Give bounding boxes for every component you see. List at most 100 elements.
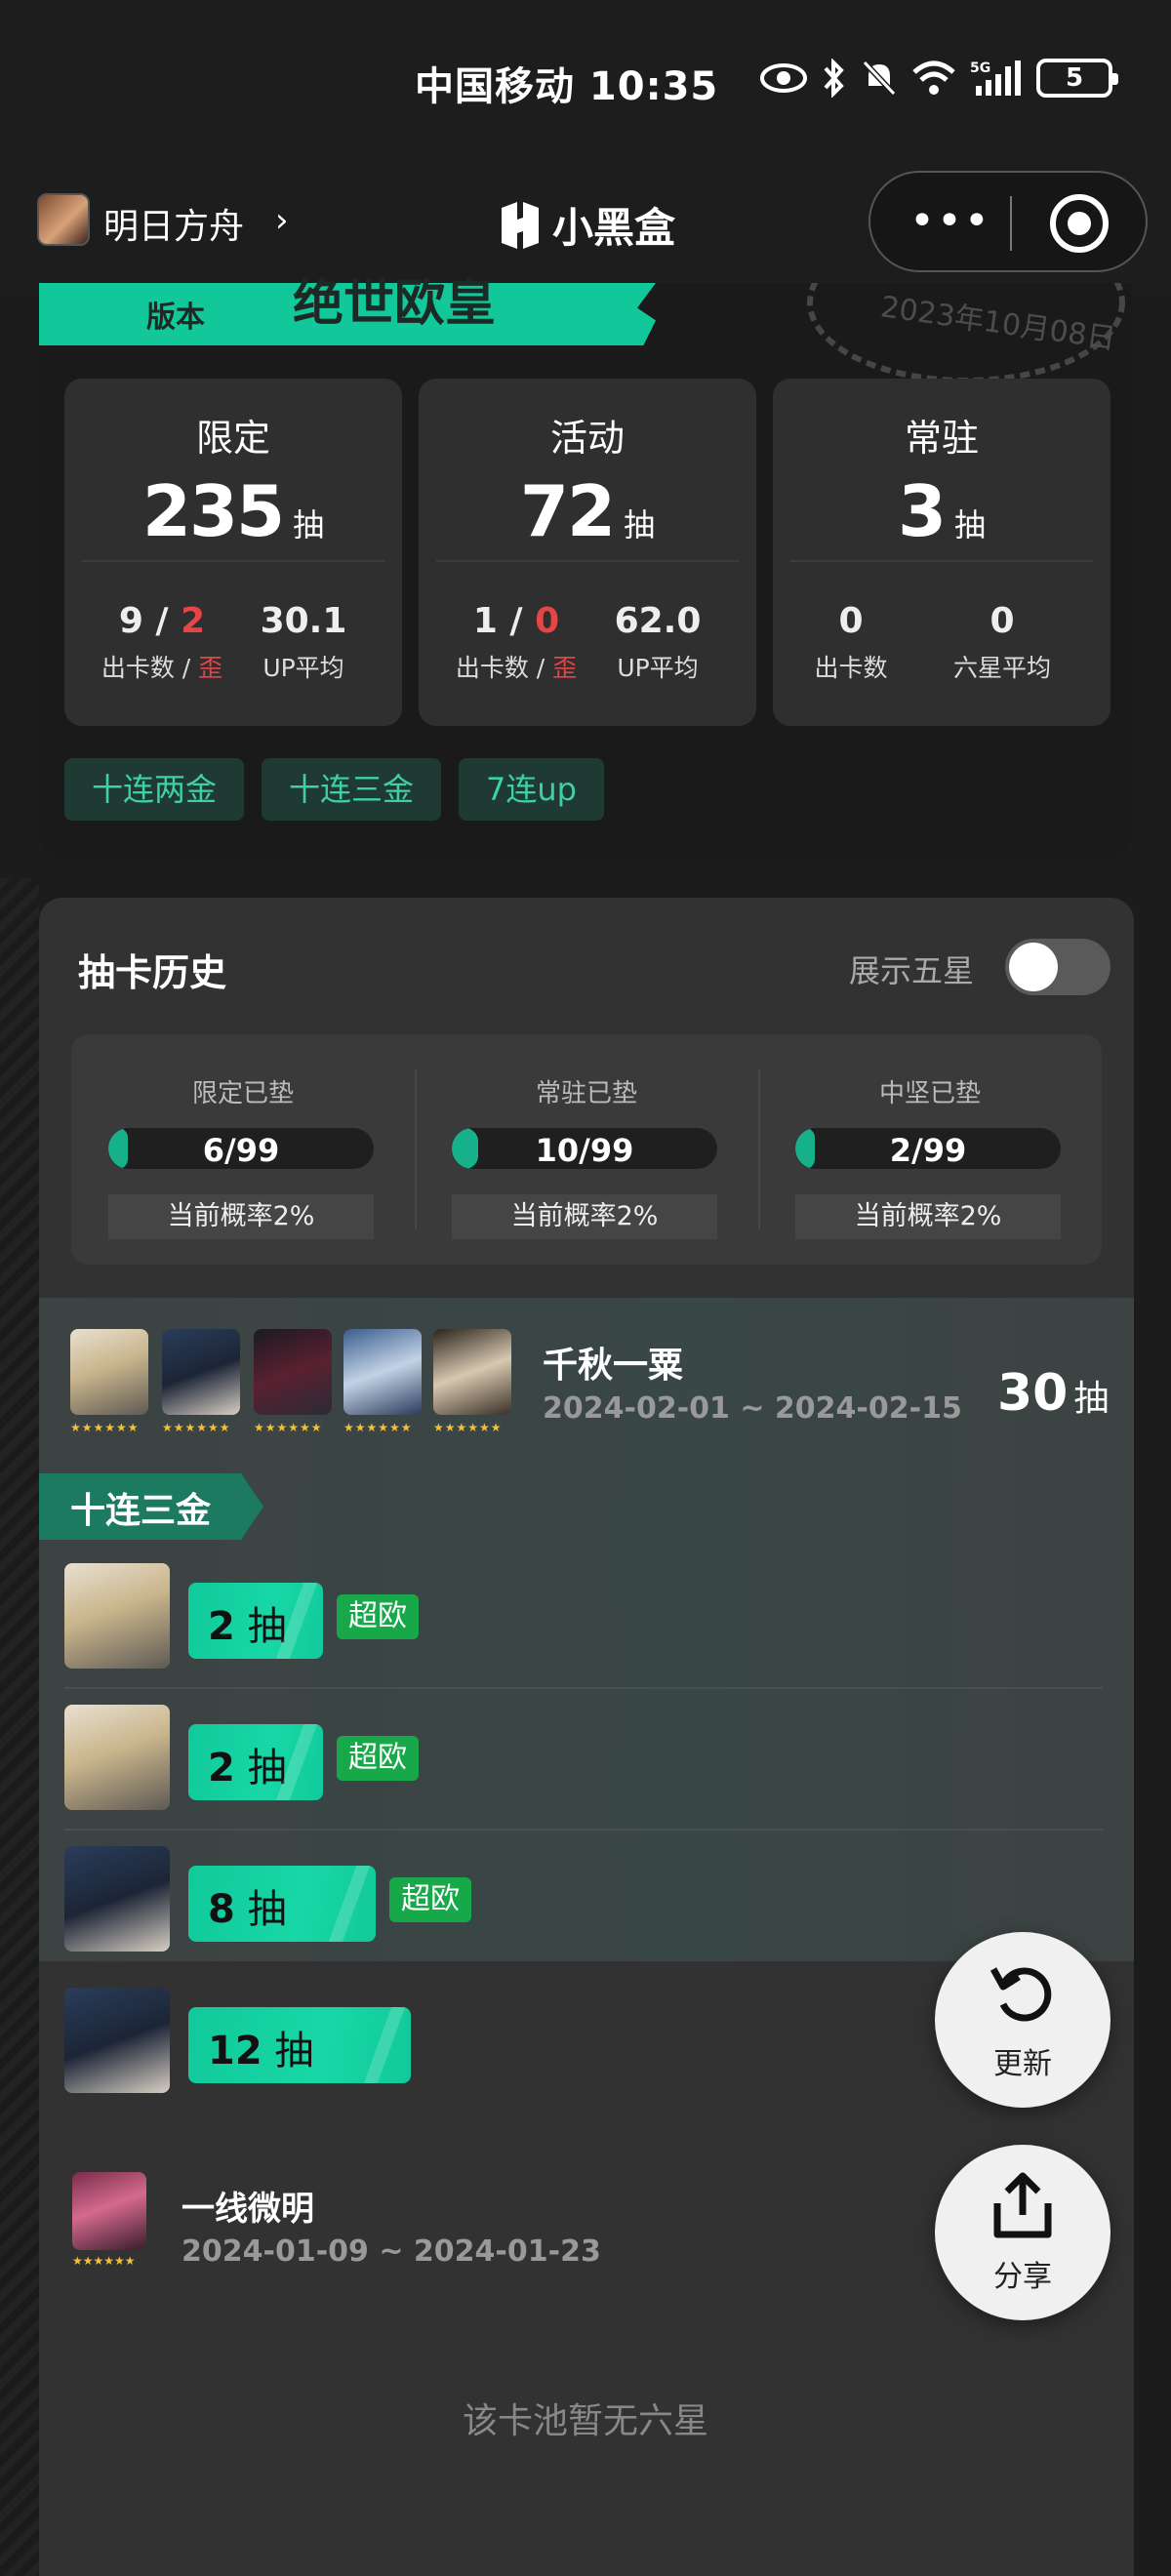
date-stamp: 2023年10月08日 (800, 283, 1132, 381)
value-separator: / (142, 601, 182, 641)
pool-date: 2024-01-09 ~ 2024-01-23 (182, 2234, 601, 2269)
signal-5g-icon: 5G (970, 60, 1021, 96)
battery-level: 5 (1065, 63, 1084, 93)
wifi-icon (912, 60, 955, 95)
pool-count-unit: 抽 (1073, 1379, 1110, 1419)
cards-drawn-label: 出卡数 (455, 654, 529, 682)
pull-count: 12 (208, 2029, 262, 2073)
luck-tag: 超欧 (336, 1736, 419, 1781)
stat-cards-drawn: 9 / 2 出卡数 / 歪 (84, 601, 240, 684)
pool-count-value: 30 (997, 1364, 1069, 1423)
label-separator: / (174, 654, 199, 682)
more-menu-button[interactable]: ••• (909, 200, 991, 243)
pity-value: 6/99 (202, 1132, 280, 1169)
miniprogram-capsule: ••• (868, 171, 1148, 272)
rarity-stars: ★★★★★★ (70, 1421, 140, 1434)
stat-cards-drawn: 1 / 0 出卡数 / 歪 (438, 601, 594, 684)
stat-count: 235 (141, 470, 285, 552)
stat-total: 72 抽 (419, 470, 756, 552)
pity-value: 10/99 (535, 1132, 634, 1169)
pool-name: 千秋一粟 (543, 1346, 684, 1386)
tag-ten-pull-two-gold[interactable]: 十连两金 (64, 758, 245, 821)
off-banner-value: 0 (535, 601, 560, 641)
pull-row[interactable]: 8 抽 超欧 (39, 1831, 1103, 1972)
pity-rate: 当前概率2% (795, 1194, 1061, 1239)
operator-avatar[interactable] (70, 1329, 148, 1415)
label-separator: / (528, 654, 553, 682)
show-five-star-toggle[interactable] (1005, 939, 1110, 995)
pool-date: 2024-02-01 ~ 2024-02-15 (543, 1391, 962, 1426)
six-star-average-label: 六星平均 (952, 654, 1051, 682)
close-miniprogram-icon[interactable] (1050, 194, 1109, 253)
operator-avatar (64, 1563, 170, 1669)
pity-label: 限定已垫 (191, 1079, 294, 1108)
up-average-value: 30.1 (260, 601, 347, 641)
toggle-knob (1009, 943, 1058, 991)
game-name[interactable]: 明日方舟 (103, 198, 244, 249)
pull-row[interactable]: 2 抽 超欧 (39, 1689, 1103, 1831)
mute-bell-icon (862, 60, 897, 97)
refresh-button[interactable]: 更新 (935, 1932, 1110, 2108)
operator-avatar[interactable] (343, 1329, 422, 1415)
stat-count: 72 (519, 470, 616, 552)
operator-avatar[interactable] (162, 1329, 240, 1415)
bluetooth-icon (824, 59, 844, 98)
up-average-value: 62.0 (614, 601, 702, 641)
operator-avatar[interactable] (254, 1329, 332, 1415)
pity-label: 常驻已垫 (535, 1079, 637, 1108)
six-star-average-value: 0 (989, 601, 1015, 641)
pity-summary: 限定已垫 6/99 当前概率2% 常驻已垫 10/99 当前概率2% 中坚已垫 … (71, 1034, 1102, 1265)
operator-avatar[interactable] (72, 2172, 146, 2250)
share-label: 分享 (993, 2260, 1052, 2294)
pity-value: 2/99 (889, 1132, 967, 1169)
pull-unit: 抽 (247, 1746, 287, 1791)
chevron-right-icon[interactable]: › (275, 201, 289, 240)
stat-title: 活动 (549, 417, 625, 460)
logo-text: 小黑盒 (552, 204, 676, 252)
eye-icon (760, 63, 807, 93)
cards-drawn-label: 出卡数 (101, 654, 175, 682)
carrier-time: 中国移动 10:35 (415, 64, 719, 109)
pull-count: 2 (208, 1604, 235, 1649)
history-title: 抽卡历史 (78, 951, 227, 994)
battery-icon: 5 (1036, 59, 1118, 98)
rarity-stars: ★★★★★★ (72, 2254, 136, 2268)
pool-pull-count: 30 抽 (997, 1364, 1109, 1423)
tag-seven-pull-up[interactable]: 7连up (459, 758, 604, 821)
pull-count-bar: 2 抽 (188, 1724, 323, 1800)
rarity-stars: ★★★★★★ (162, 1421, 231, 1434)
up-average-label: UP平均 (262, 654, 344, 682)
value-separator: / (497, 601, 536, 641)
off-banner-label: 歪 (198, 654, 223, 682)
stat-title: 限定 (195, 417, 270, 460)
rarity-stars: ★★★★★★ (433, 1421, 503, 1434)
banner-title: 绝世欧皇 (293, 278, 497, 325)
share-button[interactable]: 分享 (935, 2145, 1110, 2320)
game-avatar[interactable] (37, 193, 90, 246)
stat-count: 3 (897, 470, 947, 552)
pull-row[interactable]: 2 抽 超欧 (39, 1548, 1103, 1689)
empty-pool-text: 该卡池暂无六星 (462, 2401, 708, 2441)
xiaoheihe-logo-icon (502, 201, 539, 249)
status-icons: 5G 5 (759, 59, 1118, 98)
stat-card-event[interactable]: 活动 72 抽 1 / 0 出卡数 / 歪 62.0 UP平均 (419, 379, 756, 726)
operator-avatar[interactable] (433, 1329, 511, 1415)
stat-card-standard[interactable]: 常驻 3抽 0 出卡数 0 六星平均 (773, 379, 1110, 726)
stat-six-star-average: 0 六星平均 (924, 601, 1080, 684)
pity-limited: 限定已垫 6/99 当前概率2% (71, 1034, 415, 1265)
refresh-icon (989, 1967, 1052, 2022)
luck-tag: 超欧 (336, 1594, 419, 1639)
stat-up-average: 62.0 UP平均 (580, 601, 736, 684)
pull-count: 2 (208, 1746, 235, 1791)
stat-divider (82, 560, 384, 562)
stat-card-limited[interactable]: 限定 235 抽 9 / 2 出卡数 / 歪 30.1 UP平均 (64, 379, 402, 726)
off-banner-value: 2 (181, 601, 206, 641)
up-average-label: UP平均 (617, 654, 699, 682)
luck-tag: 超欧 (388, 1877, 471, 1922)
stat-total: 3抽 (773, 470, 1110, 552)
pity-standard: 常驻已垫 10/99 当前概率2% (415, 1034, 758, 1265)
pull-count-bar: 8 抽 (188, 1866, 376, 1942)
stat-unit: 抽 (293, 506, 325, 543)
svg-text:5G: 5G (970, 60, 990, 76)
tag-ten-pull-three-gold[interactable]: 十连三金 (262, 758, 442, 821)
